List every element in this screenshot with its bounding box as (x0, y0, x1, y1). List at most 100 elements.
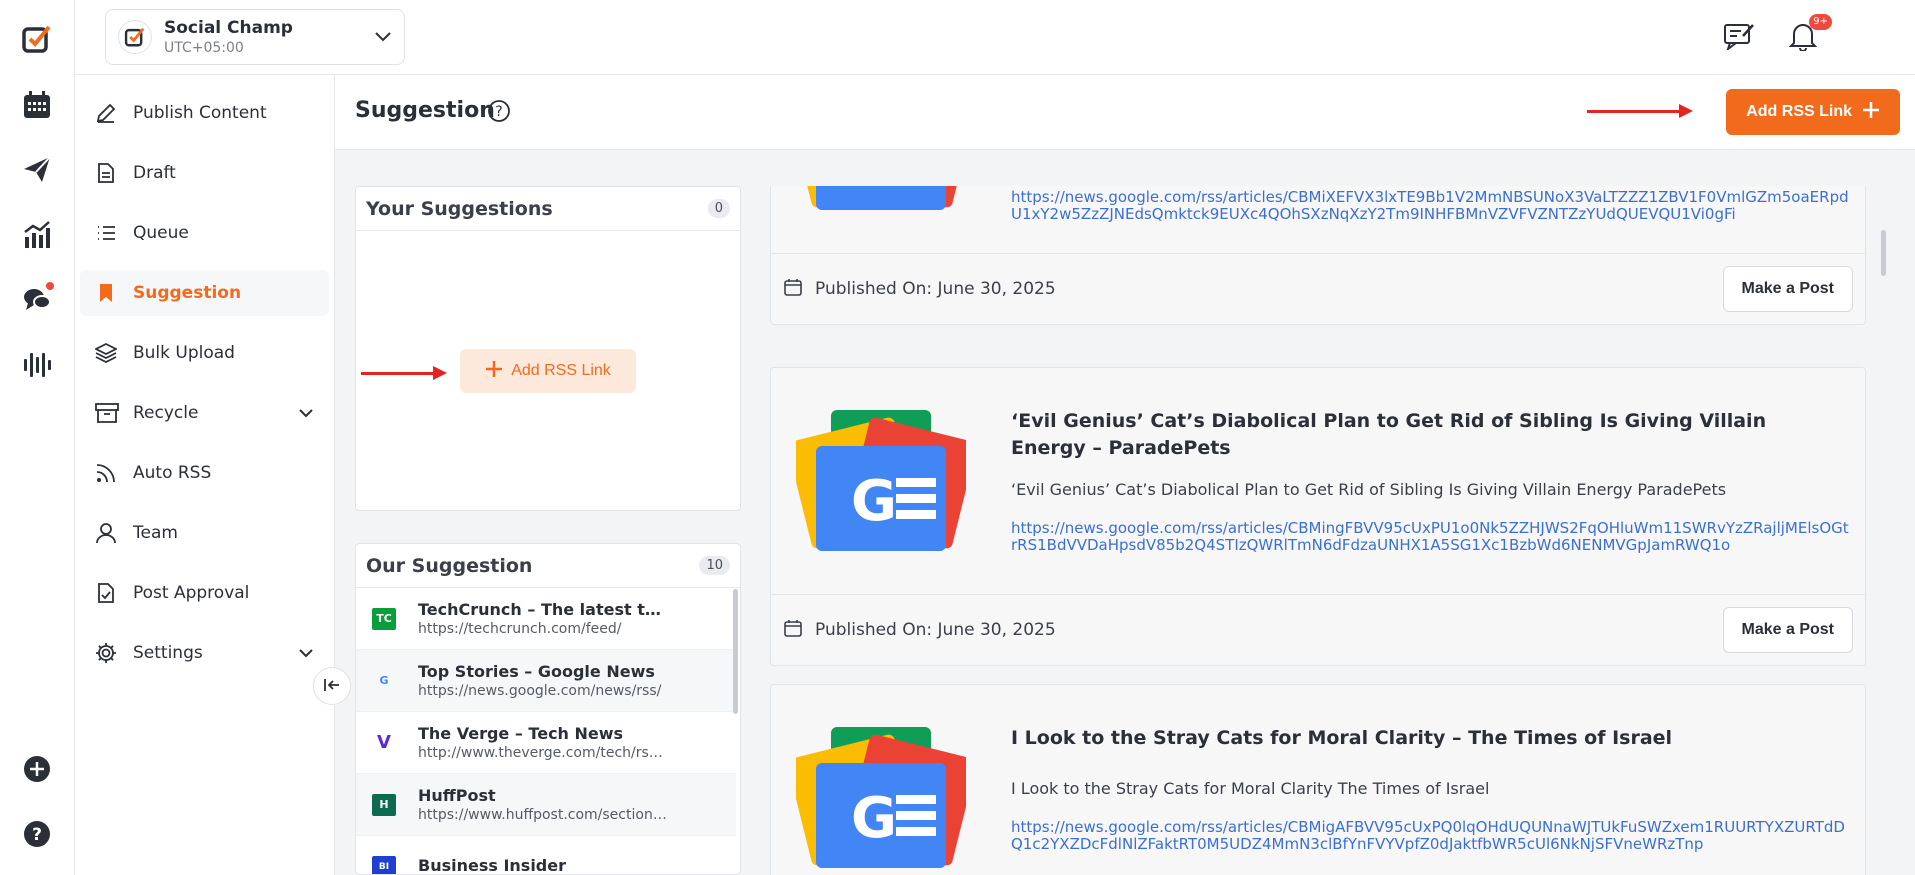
feed-item-google-news[interactable]: G Top Stories – Google News https://news.… (356, 650, 736, 712)
add-rss-link-button[interactable]: Add RSS Link (1726, 89, 1900, 135)
send-icon[interactable] (20, 152, 54, 186)
help-circle-icon[interactable]: ? (20, 817, 54, 851)
feed-url: http://www.theverge.com/tech/rss/index.x… (418, 745, 668, 761)
analytics-icon[interactable] (20, 218, 54, 252)
feed-list: TC TechCrunch – The latest technology ne… (356, 588, 736, 874)
account-timezone: UTC+05:00 (164, 40, 244, 56)
help-icon[interactable]: ? (487, 99, 511, 127)
feed-url: https://techcrunch.com/feed/ (418, 621, 622, 637)
chevron-down-icon (374, 28, 392, 47)
document-icon (95, 162, 121, 184)
feed-title: The Verge – Tech News (418, 724, 624, 743)
feedback-icon[interactable] (1722, 16, 1756, 56)
sidebar-item-label: Recycle (133, 403, 199, 423)
social-champ-logo-icon[interactable] (20, 22, 54, 56)
sidebar-item-post-approval[interactable]: Post Approval (80, 570, 329, 616)
article-card: G https://news.google.com/rss/articles/C… (770, 186, 1866, 325)
feed-title: HuffPost (418, 786, 496, 805)
top-bar: Social Champ UTC+05:00 9+ (75, 0, 1915, 75)
plus-icon (485, 360, 503, 383)
google-logo-icon: G (379, 674, 389, 687)
notification-dot (46, 282, 54, 290)
feed-item-the-verge[interactable]: V The Verge – Tech News http://www.thever… (356, 712, 736, 774)
sidebar-item-label: Settings (133, 643, 203, 663)
feed-title: Top Stories – Google News (418, 662, 655, 681)
article-link[interactable]: https://news.google.com/rss/articles/CBM… (1011, 819, 1851, 853)
make-a-post-button[interactable]: Make a Post (1722, 266, 1853, 312)
sidebar: Publish Content Draft Queue Suggestion B… (75, 75, 335, 875)
layers-icon (95, 342, 121, 364)
svg-text:G: G (851, 186, 897, 193)
panel-title: Your Suggestions (366, 197, 553, 220)
scrollbar-thumb[interactable] (1881, 230, 1886, 276)
annotation-arrow (361, 366, 447, 380)
sidebar-item-publish-content[interactable]: Publish Content (80, 90, 329, 136)
account-name: Social Champ (164, 18, 293, 38)
articles-feed: G https://news.google.com/rss/articles/C… (752, 186, 1890, 875)
feed-url: https://news.google.com/news/rss/ (418, 683, 662, 699)
sidebar-item-label: Draft (133, 163, 176, 183)
icon-rail: ? (0, 0, 75, 875)
chevron-down-icon (298, 643, 314, 663)
annotation-arrow (1587, 104, 1693, 118)
business-insider-logo-icon: BI (372, 855, 396, 874)
sidebar-item-label: Suggestion (133, 283, 242, 303)
google-news-thumbnail: G (787, 186, 977, 216)
archive-icon (95, 402, 121, 424)
add-circle-icon[interactable] (20, 752, 54, 786)
collapse-sidebar-button[interactable] (313, 667, 351, 705)
article-card: G I Look to the Stray Cats for Moral Cla… (770, 684, 1866, 875)
gear-icon (95, 642, 121, 664)
panel-title: Our Suggestion (366, 554, 533, 577)
listening-icon[interactable] (20, 348, 54, 382)
sidebar-item-recycle[interactable]: Recycle (80, 390, 329, 436)
svg-text:G: G (851, 469, 897, 534)
article-title[interactable]: I Look to the Stray Cats for Moral Clari… (1011, 725, 1831, 752)
button-label: Add RSS Link (511, 362, 611, 379)
published-date: Published On: June 30, 2025 (815, 620, 1056, 640)
collapse-left-icon (323, 677, 341, 696)
notification-badge: 9+ (1809, 14, 1832, 30)
scrollbar-thumb[interactable] (733, 589, 738, 714)
calendar-icon (783, 277, 803, 301)
article-card: G ‘Evil Genius’ Cat’s Diabolical Plan to… (770, 367, 1866, 666)
bookmark-icon (95, 282, 121, 304)
count-badge: 10 (699, 556, 730, 575)
svg-text:?: ? (32, 825, 42, 845)
pencil-icon (95, 102, 121, 124)
sidebar-item-label: Queue (133, 223, 189, 243)
article-title[interactable]: ‘Evil Genius’ Cat’s Diabolical Plan to G… (1011, 408, 1831, 462)
sidebar-item-label: Bulk Upload (133, 343, 235, 363)
svg-text:G: G (851, 786, 897, 851)
sidebar-item-label: Post Approval (133, 583, 250, 603)
sidebar-item-queue[interactable]: Queue (80, 210, 329, 256)
sidebar-item-draft[interactable]: Draft (80, 150, 329, 196)
verge-logo-icon: V (377, 732, 391, 753)
account-switcher[interactable]: Social Champ UTC+05:00 (105, 9, 405, 65)
button-label: Add RSS Link (1746, 103, 1852, 120)
feed-item-business-insider[interactable]: BI Business Insider (356, 836, 736, 874)
feed-title: TechCrunch – The latest technology news (418, 600, 668, 619)
user-icon (95, 522, 121, 544)
sidebar-item-suggestion[interactable]: Suggestion (80, 270, 329, 316)
feed-item-huffpost[interactable]: H HuffPost https://www.huffpost.com/secti… (356, 774, 736, 836)
count-badge: 0 (707, 199, 730, 218)
techcrunch-logo-icon: TC (372, 607, 396, 630)
sidebar-item-bulk-upload[interactable]: Bulk Upload (80, 330, 329, 376)
list-icon (95, 222, 121, 244)
inbox-chat-icon[interactable] (20, 282, 54, 316)
chevron-down-icon (298, 403, 314, 423)
sidebar-item-team[interactable]: Team (80, 510, 329, 556)
make-a-post-button[interactable]: Make a Post (1722, 607, 1853, 653)
sidebar-item-auto-rss[interactable]: Auto RSS (80, 450, 329, 496)
article-link[interactable]: https://news.google.com/rss/articles/CBM… (1011, 189, 1851, 223)
account-avatar (118, 20, 152, 54)
calendar-icon[interactable] (20, 88, 54, 122)
page-title: Suggestion (355, 98, 495, 123)
add-rss-link-empty-button[interactable]: Add RSS Link (460, 349, 636, 393)
feed-item-techcrunch[interactable]: TC TechCrunch – The latest technology ne… (356, 588, 736, 650)
bell-icon[interactable]: 9+ (1786, 14, 1832, 56)
sidebar-item-label: Publish Content (133, 103, 267, 123)
sidebar-item-settings[interactable]: Settings (80, 630, 329, 676)
article-link[interactable]: https://news.google.com/rss/articles/CBM… (1011, 520, 1851, 554)
